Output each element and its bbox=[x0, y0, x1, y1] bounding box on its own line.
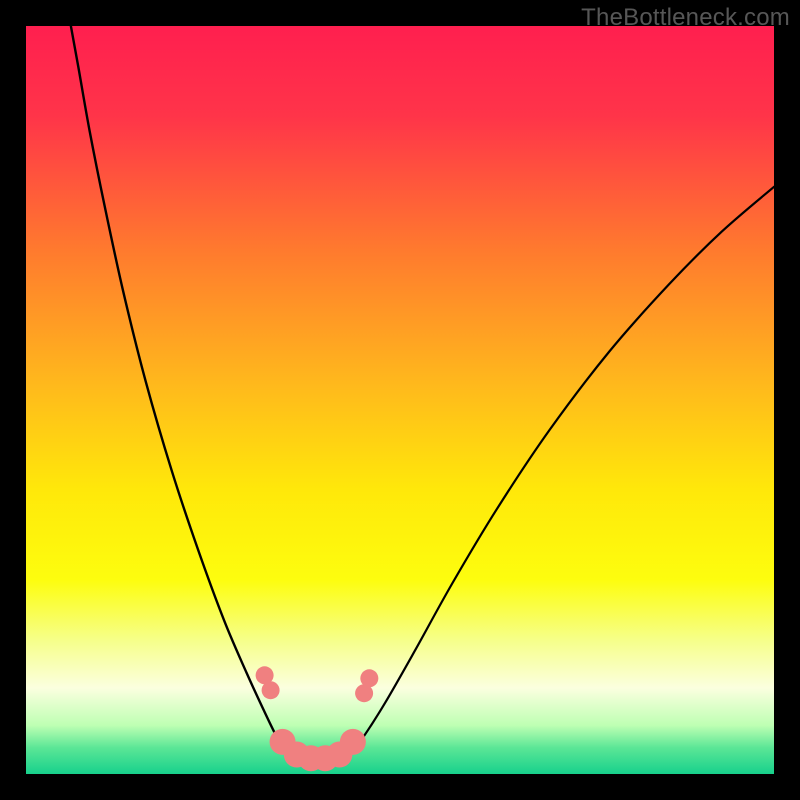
chart-svg bbox=[26, 26, 774, 774]
marker-dot bbox=[262, 681, 280, 699]
outer-black-frame: TheBottleneck.com bbox=[0, 0, 800, 800]
marker-dot bbox=[360, 669, 378, 687]
watermark-text: TheBottleneck.com bbox=[581, 4, 790, 32]
gradient-background bbox=[26, 26, 774, 774]
plot-area bbox=[26, 26, 774, 774]
marker-dot bbox=[340, 729, 366, 755]
